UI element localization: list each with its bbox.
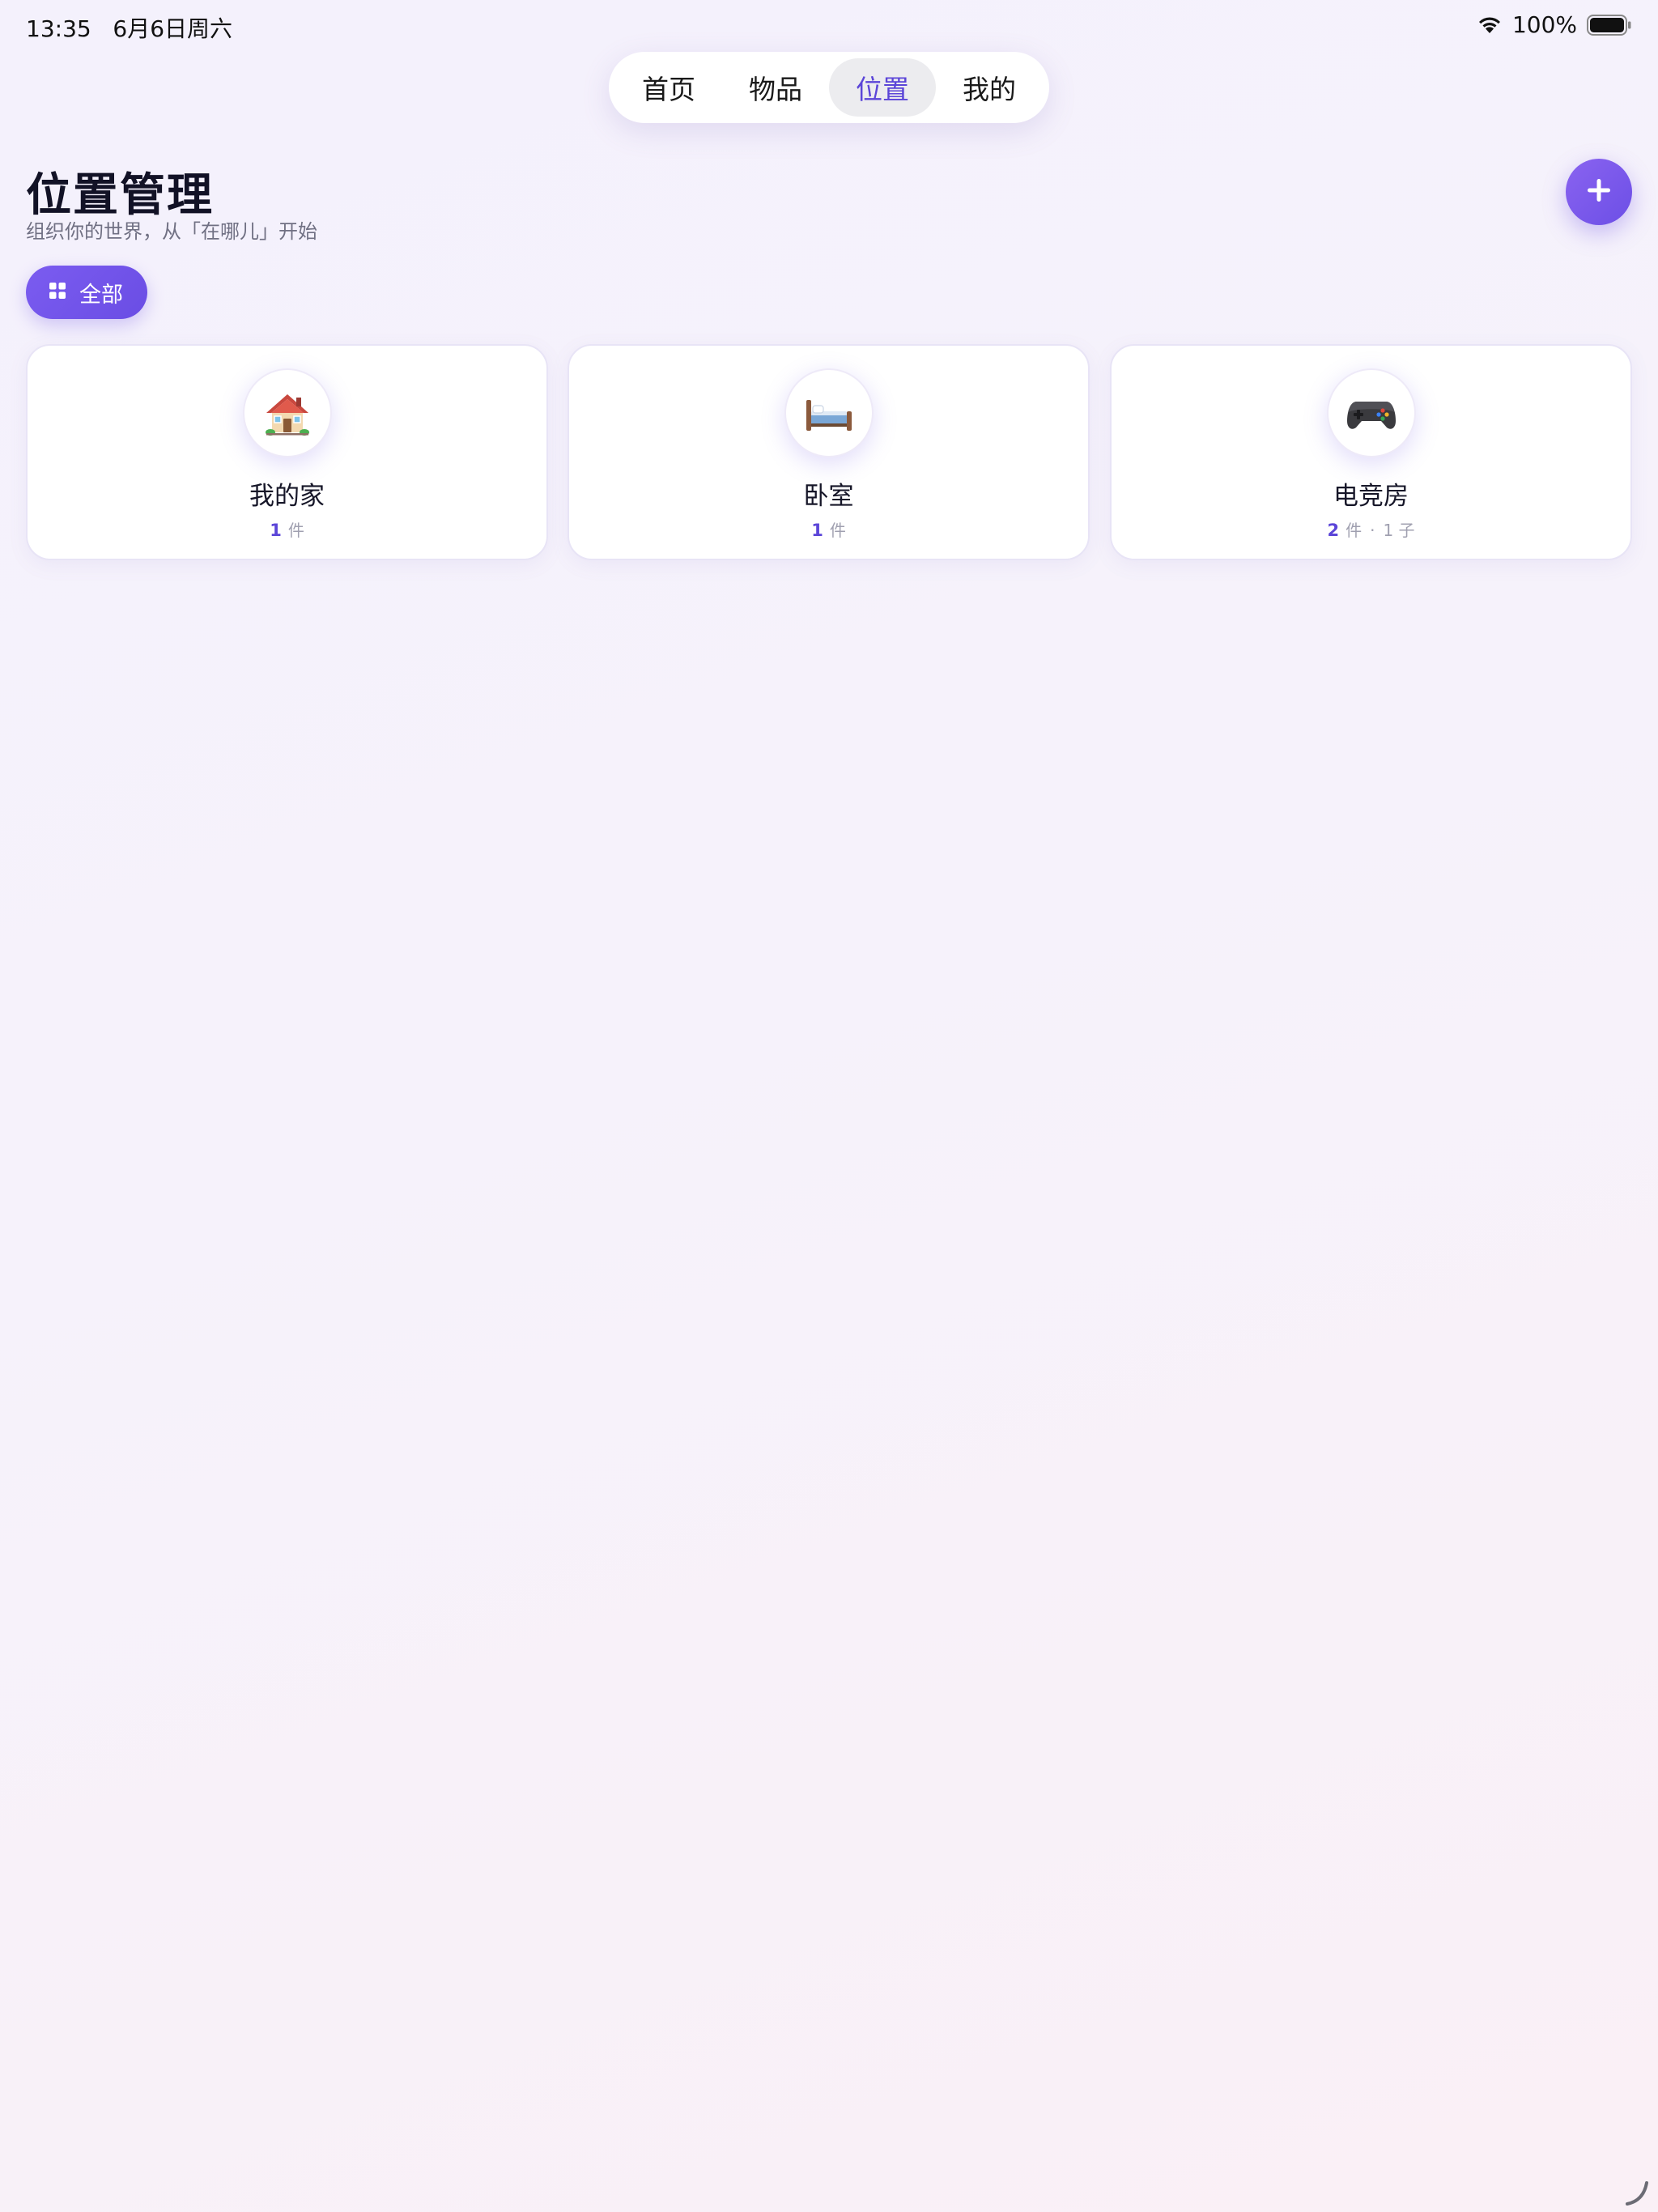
gamepad-icon <box>1326 368 1416 457</box>
status-date: 6月6日周六 <box>113 15 233 42</box>
top-nav: 首页 物品 位置 我的 <box>609 52 1049 123</box>
item-count: 2 <box>1327 521 1340 540</box>
location-name: 电竞房 <box>1333 482 1409 511</box>
location-name: 我的家 <box>249 482 325 511</box>
tab-profile[interactable]: 我的 <box>936 58 1043 117</box>
location-meta: 1件 <box>569 517 1088 541</box>
tab-items[interactable]: 物品 <box>722 58 829 117</box>
page-subtitle: 组织你的世界，从「在哪儿」开始 <box>26 220 317 243</box>
sublocation-count: 1 子 <box>1383 521 1415 540</box>
battery-percent: 100% <box>1511 11 1577 38</box>
status-time: 13:35 6月6日周六 <box>26 11 232 44</box>
house-icon <box>242 368 332 457</box>
item-unit: 件 <box>1346 521 1363 540</box>
item-count: 1 <box>270 521 282 540</box>
location-meta: 2 件 · 1 子 <box>1112 517 1630 541</box>
location-card[interactable]: 我的家 1件 <box>26 344 548 560</box>
resize-handle-icon <box>1622 2178 1652 2207</box>
item-unit: 件 <box>829 521 846 540</box>
location-meta: 1件 <box>28 517 546 541</box>
status-clock: 13:35 <box>26 15 91 42</box>
plus-icon <box>1585 177 1613 207</box>
meta-separator: · <box>1370 521 1375 540</box>
item-count: 1 <box>811 521 823 540</box>
filter-chip-label: 全部 <box>79 282 123 308</box>
location-name: 卧室 <box>803 482 854 511</box>
grid-icon <box>49 280 66 305</box>
item-unit: 件 <box>287 521 304 540</box>
location-card[interactable]: 电竞房 2 件 · 1 子 <box>1110 344 1632 560</box>
filter-chip-all[interactable]: 全部 <box>26 266 147 319</box>
status-indicators: 100% <box>1477 11 1632 38</box>
location-card[interactable]: 卧室 1件 <box>568 344 1090 560</box>
bed-icon <box>784 368 874 457</box>
add-location-button[interactable] <box>1566 159 1632 225</box>
wifi-icon <box>1477 15 1503 35</box>
tab-home[interactable]: 首页 <box>615 58 722 117</box>
tab-locations[interactable]: 位置 <box>829 58 936 117</box>
page-title: 位置管理 <box>26 169 214 222</box>
status-bar: 13:35 6月6日周六 100% <box>0 0 1658 52</box>
battery-icon <box>1587 14 1632 36</box>
